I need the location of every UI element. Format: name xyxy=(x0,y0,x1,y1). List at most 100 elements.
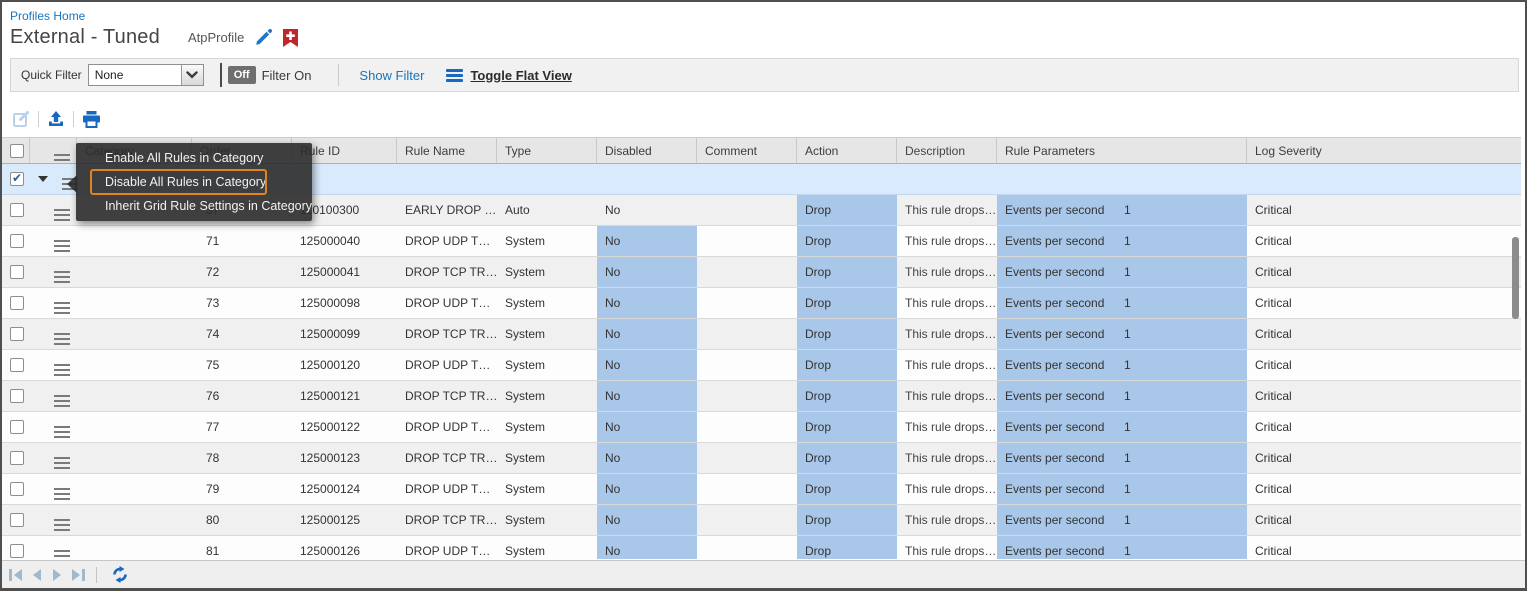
cell-comment[interactable] xyxy=(697,226,797,256)
table-row[interactable]: 78 125000123 DROP TCP TR… System No Drop… xyxy=(2,443,1521,474)
param-value[interactable]: 1 xyxy=(1124,536,1131,559)
checkbox-icon[interactable] xyxy=(10,144,24,158)
cell-rule-parameters[interactable]: Events per second 1 xyxy=(997,350,1247,380)
cell-disabled[interactable]: No xyxy=(597,319,697,349)
show-filter-link[interactable]: Show Filter xyxy=(359,68,424,83)
cell-rule-parameters[interactable]: Events per second 1 xyxy=(997,288,1247,318)
context-menu-item[interactable]: Enable All Rules in Category xyxy=(76,146,312,170)
pencil-icon[interactable] xyxy=(254,28,273,47)
col-header-comment[interactable]: Comment xyxy=(697,138,797,163)
checkbox-icon[interactable] xyxy=(10,420,24,434)
cell-action[interactable]: Drop xyxy=(797,443,897,473)
cell-action[interactable]: Drop xyxy=(797,412,897,442)
breadcrumb-profiles-home[interactable]: Profiles Home xyxy=(10,9,85,23)
prev-page-icon[interactable] xyxy=(30,568,44,582)
checkbox-icon[interactable] xyxy=(10,451,24,465)
hamburger-icon[interactable] xyxy=(54,302,70,304)
checkbox-icon[interactable] xyxy=(10,327,24,341)
cell-comment[interactable] xyxy=(697,195,797,225)
refresh-icon[interactable] xyxy=(111,566,129,583)
checkbox-icon[interactable] xyxy=(10,203,24,217)
cell-action[interactable]: Drop xyxy=(797,474,897,504)
cell-rule-parameters[interactable]: Events per second 1 xyxy=(997,319,1247,349)
cell-disabled[interactable]: No xyxy=(597,536,697,559)
hamburger-icon[interactable] xyxy=(54,488,70,490)
col-header-disabled[interactable]: Disabled xyxy=(597,138,697,163)
table-row[interactable]: 75 125000120 DROP UDP T… System No Drop … xyxy=(2,350,1521,381)
col-header-rule-name[interactable]: Rule Name xyxy=(397,138,497,163)
param-value[interactable]: 1 xyxy=(1124,319,1131,349)
cell-action[interactable]: Drop xyxy=(797,226,897,256)
col-header-rule-parameters[interactable]: Rule Parameters xyxy=(997,138,1247,163)
cell-action[interactable]: Drop xyxy=(797,195,897,225)
hamburger-icon[interactable] xyxy=(54,519,70,521)
first-page-icon[interactable] xyxy=(8,568,24,582)
cell-action[interactable]: Drop xyxy=(797,288,897,318)
checkbox-icon[interactable] xyxy=(10,296,24,310)
param-value[interactable]: 1 xyxy=(1124,257,1131,287)
cell-rule-parameters[interactable]: Events per second 1 xyxy=(997,412,1247,442)
hamburger-icon[interactable] xyxy=(54,550,70,552)
param-value[interactable]: 1 xyxy=(1124,474,1131,504)
hamburger-icon[interactable] xyxy=(54,209,70,211)
param-value[interactable]: 1 xyxy=(1124,288,1131,318)
param-value[interactable]: 1 xyxy=(1124,505,1131,535)
table-row[interactable]: 72 125000041 DROP TCP TR… System No Drop… xyxy=(2,257,1521,288)
toggle-flat-view-link[interactable]: Toggle Flat View xyxy=(470,68,571,83)
cell-comment[interactable] xyxy=(697,257,797,287)
cell-comment[interactable] xyxy=(697,350,797,380)
last-page-icon[interactable] xyxy=(70,568,86,582)
cell-disabled[interactable]: No xyxy=(597,350,697,380)
cell-rule-parameters[interactable]: Events per second 1 xyxy=(997,226,1247,256)
cell-comment[interactable] xyxy=(697,412,797,442)
cell-rule-parameters[interactable]: Events per second 1 xyxy=(997,195,1247,225)
checkbox-icon[interactable] xyxy=(10,513,24,527)
param-value[interactable]: 1 xyxy=(1124,381,1131,411)
flat-view-icon[interactable] xyxy=(446,69,463,82)
context-menu-item[interactable]: Inherit Grid Rule Settings in Category xyxy=(76,194,312,218)
cell-disabled[interactable]: No xyxy=(597,474,697,504)
cell-disabled[interactable]: No xyxy=(597,226,697,256)
cell-action[interactable]: Drop xyxy=(797,381,897,411)
cell-disabled[interactable]: No xyxy=(597,412,697,442)
checkbox-icon[interactable] xyxy=(10,389,24,403)
checkbox-icon[interactable] xyxy=(10,265,24,279)
quick-filter-select[interactable]: None xyxy=(88,64,204,86)
table-row[interactable]: 79 125000124 DROP UDP T… System No Drop … xyxy=(2,474,1521,505)
checkbox-icon[interactable] xyxy=(10,482,24,496)
hamburger-icon[interactable] xyxy=(54,395,70,397)
checkbox-checked-icon[interactable] xyxy=(10,172,24,186)
table-row[interactable]: 77 125000122 DROP UDP T… System No Drop … xyxy=(2,412,1521,443)
filter-toggle-button[interactable]: Off xyxy=(228,66,256,84)
table-row[interactable]: 76 125000121 DROP TCP TR… System No Drop… xyxy=(2,381,1521,412)
cell-action[interactable]: Drop xyxy=(797,257,897,287)
cell-rule-parameters[interactable]: Events per second 1 xyxy=(997,381,1247,411)
context-menu-item[interactable]: Disable All Rules in Category xyxy=(76,170,312,194)
cell-comment[interactable] xyxy=(697,319,797,349)
print-icon[interactable] xyxy=(82,111,101,128)
table-row[interactable]: 73 125000098 DROP UDP T… System No Drop … xyxy=(2,288,1521,319)
cell-disabled[interactable]: No xyxy=(597,195,697,225)
hamburger-icon[interactable] xyxy=(54,154,70,156)
table-row[interactable]: 80 125000125 DROP TCP TR… System No Drop… xyxy=(2,505,1521,536)
hamburger-icon[interactable] xyxy=(54,240,70,242)
cell-comment[interactable] xyxy=(697,288,797,318)
checkbox-icon[interactable] xyxy=(10,358,24,372)
chevron-down-icon[interactable] xyxy=(181,65,203,85)
col-header-log-severity[interactable]: Log Severity xyxy=(1247,138,1521,163)
select-all-checkbox[interactable] xyxy=(2,138,30,163)
cell-comment[interactable] xyxy=(697,381,797,411)
cell-rule-parameters[interactable]: Events per second 1 xyxy=(997,505,1247,535)
cell-comment[interactable] xyxy=(697,474,797,504)
cell-disabled[interactable]: No xyxy=(597,381,697,411)
cell-action[interactable]: Drop xyxy=(797,505,897,535)
param-value[interactable]: 1 xyxy=(1124,412,1131,442)
edit-icon[interactable] xyxy=(12,110,30,128)
bookmark-add-icon[interactable] xyxy=(283,29,298,47)
hamburger-icon[interactable] xyxy=(54,271,70,273)
cell-action[interactable]: Drop xyxy=(797,350,897,380)
hamburger-icon[interactable] xyxy=(54,333,70,335)
header-menu-cell[interactable] xyxy=(30,138,77,163)
hamburger-icon[interactable] xyxy=(54,426,70,428)
checkbox-icon[interactable] xyxy=(10,234,24,248)
